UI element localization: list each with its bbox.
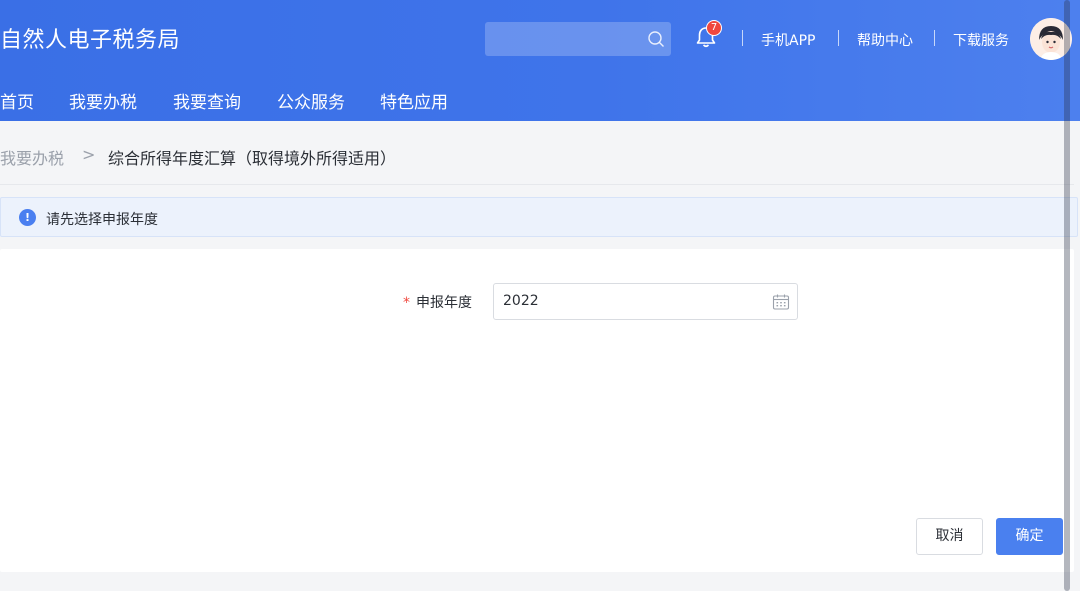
year-label: * 申报年度: [403, 292, 472, 312]
notice-banner: ! 请先选择申报年度: [0, 197, 1078, 237]
divider: [838, 30, 839, 46]
breadcrumb-current: 综合所得年度汇算（取得境外所得适用）: [108, 149, 397, 168]
link-mobile-app[interactable]: 手机APP: [761, 30, 815, 50]
info-icon: !: [19, 209, 36, 226]
search-icon[interactable]: [647, 30, 665, 48]
nav-featured-apps[interactable]: 特色应用: [380, 88, 448, 113]
divider: [742, 30, 743, 46]
confirm-button[interactable]: 确定: [996, 518, 1063, 555]
nav-public-service[interactable]: 公众服务: [277, 88, 345, 113]
notification-badge: 7: [706, 20, 722, 36]
nav-home[interactable]: 首页: [0, 88, 34, 113]
link-help-center[interactable]: 帮助中心: [857, 30, 913, 50]
nav-tax-handling[interactable]: 我要办税: [69, 88, 137, 113]
notice-text: 请先选择申报年度: [46, 212, 158, 228]
divider: [934, 30, 935, 46]
scrollbar[interactable]: [1064, 0, 1070, 591]
calendar-icon[interactable]: [772, 293, 790, 311]
year-label-text: 申报年度: [416, 295, 472, 311]
search-input[interactable]: [485, 22, 671, 56]
required-mark: *: [403, 295, 410, 311]
breadcrumb: 我要办税 > 综合所得年度汇算（取得境外所得适用）: [0, 121, 1074, 185]
breadcrumb-separator: >: [82, 145, 96, 164]
cancel-button[interactable]: 取消: [916, 518, 983, 555]
app-title[interactable]: 自然人电子税务局: [0, 22, 180, 54]
link-download-service[interactable]: 下载服务: [953, 30, 1009, 50]
year-picker-input[interactable]: 2022: [493, 283, 798, 320]
form-panel: * 申报年度 2022 取消 确定: [0, 249, 1074, 572]
nav-query[interactable]: 我要查询: [173, 88, 241, 113]
breadcrumb-parent[interactable]: 我要办税: [0, 145, 64, 169]
header: 自然人电子税务局 7 手机APP 帮助中心 下载服务 首页 我要办税 我要查询 …: [0, 0, 1080, 121]
